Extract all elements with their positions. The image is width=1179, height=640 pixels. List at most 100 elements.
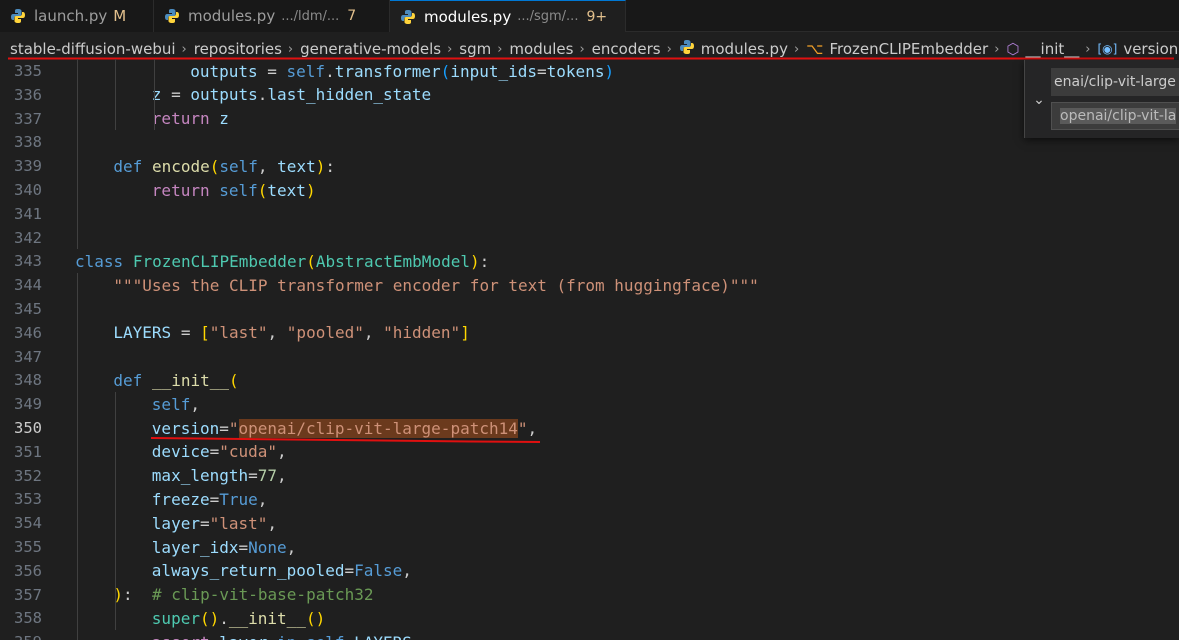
code-text: version="openai/clip-vit-large-patch14", <box>151 418 537 438</box>
code-editor[interactable]: 335 outputs = self.transformer(input_ids=… <box>0 59 1179 640</box>
code-token: . <box>325 61 335 81</box>
code-text: def encode(self, text): <box>113 157 335 176</box>
code-token: . <box>219 608 229 628</box>
line-number: 357 <box>14 585 42 604</box>
code-token: z <box>219 109 229 129</box>
indent-guide <box>77 273 78 640</box>
code-line[interactable]: 352 max_length=77, <box>0 464 1179 488</box>
chevron-right-icon: › <box>994 41 1000 57</box>
breadcrumb-item[interactable]: ⬡ __init__ <box>1006 40 1079 58</box>
code-token: ( <box>209 156 220 176</box>
code-line[interactable]: 338 <box>0 130 1179 154</box>
code-token: " <box>517 418 528 438</box>
find-input[interactable]: enai/clip-vit-large <box>1051 68 1179 96</box>
code-token: : <box>325 156 335 176</box>
code-token: tokens <box>546 61 605 81</box>
code-line[interactable]: 339 def encode(self, text): <box>0 154 1179 178</box>
code-line[interactable]: 357): # clip-vit-base-patch32 <box>0 583 1179 607</box>
code-line[interactable]: 358 super().__init__() <box>0 606 1179 630</box>
code-line[interactable]: 342 <box>0 226 1179 250</box>
tab-problem-count: 9+ <box>586 8 608 25</box>
breadcrumb-item[interactable]: modules <box>509 40 573 58</box>
code-line[interactable]: 344 """Uses the CLIP transformer encoder … <box>0 273 1179 297</box>
code-token: FrozenCLIPEmbedder <box>132 251 307 271</box>
chevron-right-icon: › <box>579 41 585 57</box>
code-token: "pooled" <box>286 323 364 343</box>
code-line[interactable]: 336 z = outputs.last_hidden_state <box>0 83 1179 107</box>
breadcrumb-item[interactable]: modules.py <box>679 39 788 59</box>
code-text: assert layer in self.LAYERS <box>152 633 412 640</box>
editor-tab[interactable]: modules.py .../sgm/... 9+ <box>390 0 626 32</box>
code-line[interactable]: 346 LAYERS = ["last", "pooled", "hidden"] <box>0 321 1179 345</box>
code-line[interactable]: 347 <box>0 345 1179 369</box>
code-token: last_hidden_state <box>267 85 432 105</box>
code-text: layer="last", <box>152 514 277 533</box>
editor-tab[interactable]: launch.py M <box>0 0 154 32</box>
code-token: . <box>257 85 268 105</box>
code-token: super <box>151 608 200 628</box>
code-token: outputs <box>190 61 258 81</box>
code-token: freeze <box>151 489 210 509</box>
indent-guide <box>115 392 117 631</box>
code-token: . <box>344 633 354 640</box>
code-text: z = outputs.last_hidden_state <box>152 85 431 104</box>
code-token: ( <box>257 180 268 200</box>
chevron-down-icon[interactable]: ⌄ <box>1029 90 1049 110</box>
code-text: freeze=True, <box>152 490 268 509</box>
editor-tab[interactable]: modules.py .../ldm/... 7 <box>154 0 390 32</box>
code-line[interactable]: 343 class FrozenCLIPEmbedder(AbstractEmbM… <box>0 249 1179 273</box>
code-line[interactable]: 337 return z <box>0 107 1179 131</box>
chevron-right-icon: › <box>666 41 672 57</box>
code-token: = <box>219 418 229 438</box>
code-token: " <box>228 418 239 438</box>
breadcrumb-item[interactable]: repositories <box>194 40 282 58</box>
code-line[interactable]: 345 <box>0 297 1179 321</box>
line-number: 341 <box>14 204 42 223</box>
line-number: 348 <box>14 371 42 390</box>
code-token: version <box>151 418 220 438</box>
chevron-right-icon: › <box>181 41 187 57</box>
code-token: max_length <box>151 466 249 486</box>
breadcrumb-label: repositories <box>193 40 282 58</box>
breadcrumb-item[interactable]: sgm <box>459 40 491 58</box>
code-line[interactable]: 355 layer_idx=None, <box>0 535 1179 559</box>
code-token: = <box>344 561 355 581</box>
breadcrumb-item[interactable]: generative-models <box>300 40 441 58</box>
code-token: self <box>151 394 191 414</box>
code-token: return <box>151 109 210 129</box>
python-file-icon <box>400 9 416 25</box>
code-token: # clip-vit-base-patch32 <box>151 585 374 605</box>
line-number: 351 <box>14 442 42 461</box>
code-line[interactable]: 359 assert layer in self.LAYERS <box>0 630 1179 640</box>
editor-tab-bar: launch.py Mmodules.py .../ldm/... 7 modules.… <box>0 0 1179 32</box>
code-line[interactable]: 340 return self(text) <box>0 178 1179 202</box>
line-number: 338 <box>14 133 42 152</box>
code-line[interactable]: 349 self, <box>0 392 1179 416</box>
code-line[interactable]: 353 freeze=True, <box>0 487 1179 511</box>
code-token: = <box>209 489 220 509</box>
code-line[interactable]: 348 def __init__( <box>0 368 1179 392</box>
red-annotation-underline <box>150 437 541 443</box>
breadcrumb-label: encoders <box>591 40 661 58</box>
method-symbol-icon: ⬡ <box>1006 40 1020 58</box>
code-line[interactable]: 335 outputs = self.transformer(input_ids=… <box>0 59 1179 83</box>
code-line[interactable]: 356 always_return_pooled=False, <box>0 559 1179 583</box>
breadcrumb-item[interactable]: encoders <box>592 40 661 58</box>
code-token: = <box>161 85 191 105</box>
chevron-right-icon: › <box>447 41 453 57</box>
line-number: 349 <box>14 395 42 414</box>
code-token: = <box>257 61 287 81</box>
breadcrumb-item[interactable]: [◉] version <box>1097 40 1178 58</box>
code-token: , <box>277 442 287 462</box>
breadcrumb-item[interactable]: stable-diffusion-webui <box>10 40 176 58</box>
class-symbol-icon: ⌥ <box>806 40 824 58</box>
tab-problem-count: 7 <box>347 8 357 24</box>
line-number: 343 <box>14 252 42 271</box>
code-line[interactable]: 341 <box>0 202 1179 226</box>
code-line[interactable]: 354 layer="last", <box>0 511 1179 535</box>
breadcrumb-label: sgm <box>459 40 492 58</box>
replace-input[interactable]: openai/clip-vit-la <box>1051 102 1179 130</box>
breadcrumb-label: FrozenCLIPEmbedder <box>829 40 989 58</box>
breadcrumb-item[interactable]: ⌥ FrozenCLIPEmbedder <box>806 40 988 58</box>
